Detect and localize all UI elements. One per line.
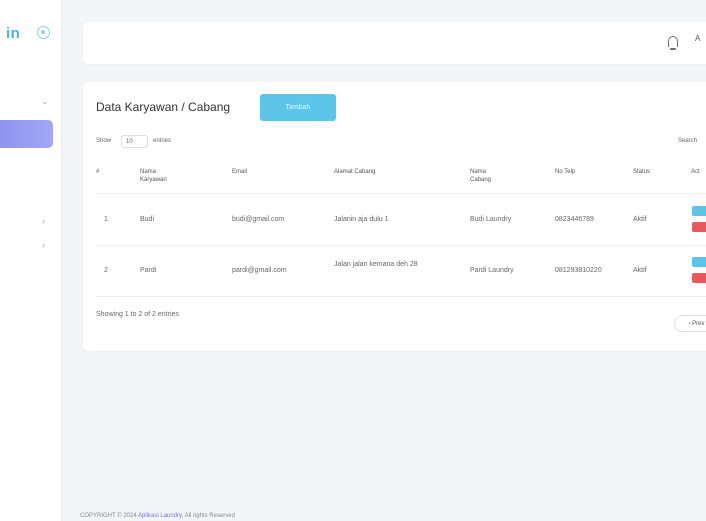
user-menu[interactable]: A [695, 34, 700, 43]
chevron-right-icon[interactable]: › [42, 216, 45, 226]
cell-email: pardi@gmail.com [232, 267, 287, 274]
column-header[interactable]: Email [232, 168, 247, 176]
data-card: Data Karyawan / Cabang Tambah Show 10 en… [83, 82, 706, 351]
footer-link[interactable]: Aplikasi Laundry [138, 513, 182, 519]
show-label: Show [96, 138, 112, 144]
column-header[interactable]: No Telp [555, 168, 575, 176]
cell-name: Pardi [140, 267, 157, 274]
row-divider [96, 245, 706, 246]
cell-status: Aktif [633, 267, 647, 274]
cell-status: Aktif [633, 216, 647, 223]
bell-icon[interactable] [668, 36, 678, 50]
row-divider [96, 296, 706, 297]
delete-button[interactable] [692, 273, 706, 283]
column-header[interactable]: Status [633, 168, 650, 176]
cell-address: Jalanin aja dulu 1 [334, 216, 389, 223]
cell-phone: 081293810220 [555, 267, 602, 274]
topbar: A [83, 22, 706, 64]
cell-number: 1 [104, 216, 108, 223]
footer-copyright: COPYRIGHT © 2024 [80, 513, 137, 519]
sidebar-item-active[interactable] [0, 120, 53, 148]
chevron-down-icon[interactable]: ⌄ [41, 96, 49, 107]
entries-select[interactable]: 10 [121, 135, 148, 148]
page-title: Data Karyawan / Cabang [96, 100, 231, 114]
cell-address: Jalan jalan kemana deh 28 [334, 261, 418, 268]
edit-button[interactable] [692, 257, 706, 267]
search-label: Search [678, 138, 698, 144]
cell-name: Budi [140, 216, 155, 223]
header-divider [96, 193, 706, 194]
prev-page-button[interactable]: ‹ Prev [674, 315, 706, 332]
sidebar: in ⌄ › › [0, 0, 62, 521]
delete-button[interactable] [692, 222, 706, 232]
entries-label: entries [153, 138, 172, 144]
edit-button[interactable] [692, 206, 706, 216]
cell-email: budi@gmail.com [232, 216, 285, 223]
column-header[interactable]: Nama Karyawan [140, 168, 180, 184]
brand-logo[interactable]: in [6, 25, 20, 42]
pagination-info: Showing 1 to 2 of 2 entries [96, 311, 179, 318]
footer-rights: , All rights Reserved [181, 513, 235, 519]
cell-branch: Budi Laundry [470, 216, 512, 223]
column-header[interactable]: Nama Cabang [470, 168, 506, 184]
column-header[interactable]: Act [691, 168, 700, 176]
footer: COPYRIGHT © 2024 Aplikasi Laundry, All r… [80, 513, 235, 519]
gear-icon[interactable] [37, 26, 50, 39]
chevron-right-icon[interactable]: › [42, 240, 45, 250]
cell-branch: Pardi Laundry [470, 267, 514, 274]
column-header[interactable]: Alamat Cabang [334, 168, 375, 176]
cell-number: 2 [104, 267, 108, 274]
cell-phone: 0823446789 [555, 216, 594, 223]
column-header[interactable]: # [96, 168, 99, 176]
add-button[interactable]: Tambah [260, 94, 336, 121]
